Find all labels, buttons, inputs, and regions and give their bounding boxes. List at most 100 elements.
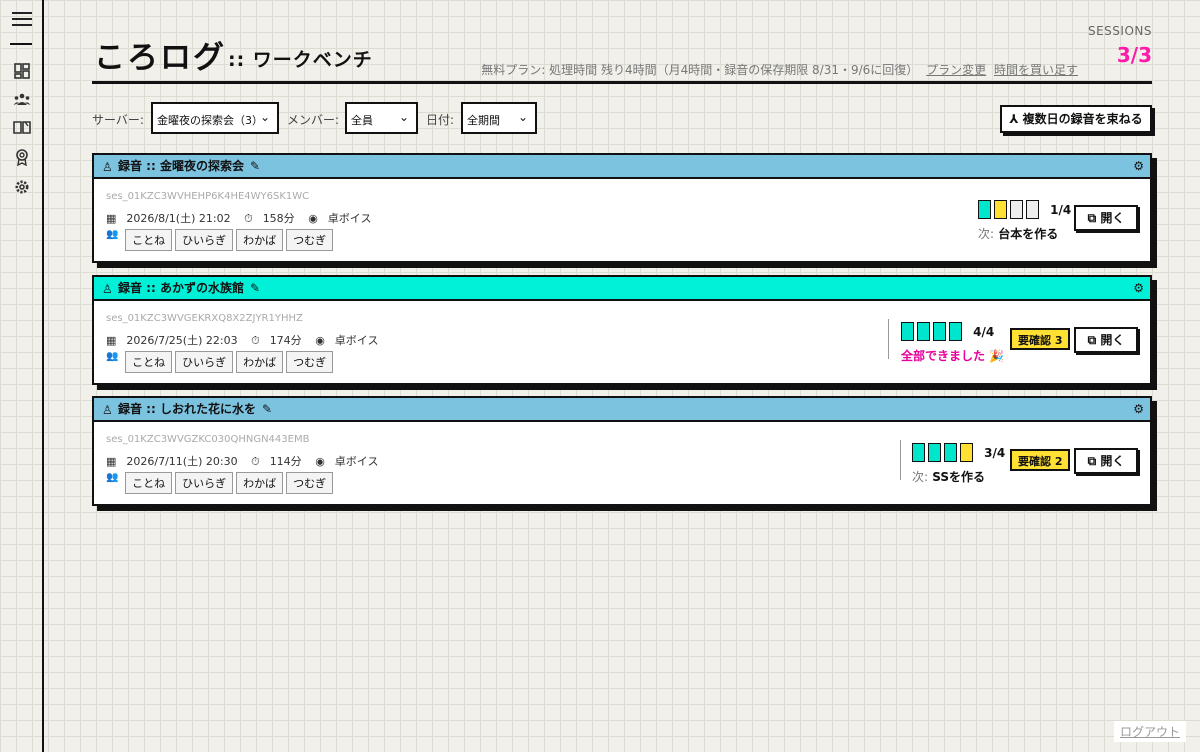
session-card: ♙ 録音 :: しおれた花に水を ✎ ⚙ ses_01KZC3WVGZKC030QH… (92, 396, 1152, 506)
date-select[interactable]: 全期間 ⌄ (461, 102, 537, 134)
progress-box-empty (1026, 200, 1039, 219)
session-date: 2026/7/11(土) 20:30 (126, 455, 238, 468)
plan-info: 無料プラン: 処理時間 残り4時間（月4時間・録音の保存期限 8/31・9/6に… (481, 61, 1078, 78)
merge-recordings-button[interactable]: ⅄ 複数日の録音を束ねる (1000, 105, 1152, 133)
card-settings-gear-icon[interactable]: ⚙ (1133, 155, 1144, 177)
session-channel: 卓ボイス (334, 455, 379, 468)
sidebar (0, 0, 44, 752)
chevron-down-icon: ⌄ (398, 110, 409, 124)
buy-time-link[interactable]: 時間を買い足す (994, 63, 1078, 77)
progress-box-done (978, 200, 991, 219)
external-link-icon: ⧉ (1087, 333, 1097, 347)
session-id: ses_01KZC3WVGZKC030QHNGN443EMB (106, 434, 310, 445)
session-channel: 卓ボイス (334, 334, 379, 347)
external-link-icon: ⧉ (1087, 454, 1097, 468)
sessions-label: SESSIONS (1087, 24, 1152, 38)
open-button[interactable]: ⧉ 開く (1074, 327, 1138, 353)
external-link-icon: ⧉ (1087, 211, 1097, 225)
server-select[interactable]: 金曜夜の探索会（3） ⌄ (151, 102, 279, 134)
member-chip: つむぎ (286, 472, 334, 494)
member-chip: ことね (125, 472, 173, 494)
edit-pencil-icon[interactable]: ✎ (250, 277, 260, 299)
next-label: 次: (912, 470, 929, 484)
needs-review-badge[interactable]: 要確認 2 (1010, 449, 1071, 471)
plan-change-link[interactable]: プラン変更 (926, 63, 986, 77)
divider (900, 440, 901, 480)
next-value: SSを作る (932, 470, 985, 484)
calendar-icon: ▦ (106, 334, 117, 347)
date-filter-label: 日付: (426, 113, 455, 127)
user-icon: ♙ (102, 402, 113, 417)
session-duration: 174分 (269, 334, 302, 347)
session-date: 2026/8/1(土) 21:02 (126, 212, 231, 225)
progress-box-done (928, 443, 941, 462)
card-header: ♙ 録音 :: 金曜夜の探索会 ✎ ⚙ (94, 155, 1150, 179)
progress-box-pending (960, 443, 973, 462)
session-card: ♙ 録音 :: 金曜夜の探索会 ✎ ⚙ ses_01KZC3WVHEHP6K4HE4… (92, 153, 1152, 263)
member-chip: ことね (125, 351, 173, 373)
member-chip: わかば (236, 229, 284, 251)
needs-review-badge[interactable]: 要確認 3 (1010, 328, 1071, 350)
sidebar-divider (10, 43, 32, 45)
progress-box-empty (1010, 200, 1023, 219)
filter-bar: サーバー: 金曜夜の探索会（3） ⌄ メンバー: 全員 ⌄ 日付: 全期間 ⌄ … (92, 102, 1152, 134)
voice-channel-icon: ◉ (315, 334, 325, 347)
app-title: ころログ (94, 40, 226, 76)
card-header: ♙ 録音 :: あかずの水族館 ✎ ⚙ (94, 277, 1150, 301)
timer-icon: ⏱ (251, 334, 260, 347)
logout-link[interactable]: ログアウト (1113, 721, 1186, 742)
open-button[interactable]: ⧉ 開く (1074, 448, 1138, 474)
plan-info-text: 無料プラン: 処理時間 残り4時間（月4時間・録音の保存期限 8/31・9/6に… (481, 63, 919, 77)
member-list: 👥 ことね ひいらぎ わかば つむぎ (106, 229, 336, 251)
card-header: ♙ 録音 :: しおれた花に水を ✎ ⚙ (94, 398, 1150, 422)
sessions-count: 3/3 (1116, 43, 1152, 67)
session-duration: 158分 (262, 212, 295, 225)
next-step: 次: 台本を作る (978, 225, 1058, 242)
chevron-down-icon: ⌄ (517, 110, 528, 124)
progress-indicator: 3/4 (912, 442, 1005, 462)
done-message: 全部できました 🎉 (901, 349, 1005, 363)
open-label: 開く (1100, 211, 1125, 225)
open-button[interactable]: ⧉ 開く (1074, 205, 1138, 231)
members-icon: 👥 (106, 229, 119, 240)
group-icon[interactable] (13, 90, 31, 108)
app-subtitle: :: ワークベンチ (228, 49, 373, 71)
hamburger-menu-icon[interactable] (12, 12, 32, 30)
voice-channel-icon: ◉ (315, 455, 325, 468)
timer-icon: ⏱ (251, 455, 260, 468)
user-icon: ♙ (102, 159, 113, 174)
dashboard-icon[interactable] (13, 62, 31, 80)
calendar-icon: ▦ (106, 455, 117, 468)
session-meta: ▦ 2026/7/11(土) 20:30 ⏱ 114分 ◉ 卓ボイス (106, 453, 388, 469)
card-title: 録音 :: しおれた花に水を (118, 402, 256, 416)
card-settings-gear-icon[interactable]: ⚙ (1133, 398, 1144, 420)
session-meta: ▦ 2026/7/25(土) 22:03 ⏱ 174分 ◉ 卓ボイス (106, 332, 388, 348)
settings-gear-icon[interactable] (13, 178, 31, 196)
member-chip: ひいらぎ (175, 229, 234, 251)
session-card: ♙ 録音 :: あかずの水族館 ✎ ⚙ ses_01KZC3WVGEKRXQ8X2Z… (92, 275, 1152, 385)
edit-pencil-icon[interactable]: ✎ (262, 398, 272, 420)
session-duration: 114分 (269, 455, 302, 468)
edit-pencil-icon[interactable]: ✎ (250, 155, 260, 177)
card-settings-gear-icon[interactable]: ⚙ (1133, 277, 1144, 299)
next-label: 次: (978, 227, 995, 241)
next-value: 台本を作る (998, 227, 1059, 241)
member-chip: わかば (236, 351, 284, 373)
badge-icon[interactable] (13, 148, 31, 167)
next-step: 次: SSを作る (912, 468, 985, 485)
chevron-down-icon: ⌄ (259, 110, 270, 124)
progress-box-done (949, 322, 962, 341)
member-chip: ひいらぎ (175, 351, 234, 373)
members-icon: 👥 (106, 351, 119, 362)
page-header: ころログ :: ワークベンチ 無料プラン: 処理時間 残り4時間（月4時間・録音… (92, 24, 1152, 84)
member-chip: ひいらぎ (175, 472, 234, 494)
members-icon: 👥 (106, 472, 119, 483)
progress-box-done (912, 443, 925, 462)
progress-indicator: 1/4 (978, 199, 1071, 219)
card-title: 録音 :: あかずの水族館 (118, 281, 244, 295)
session-date: 2026/7/25(土) 22:03 (126, 334, 238, 347)
member-select[interactable]: 全員 ⌄ (345, 102, 418, 134)
book-icon[interactable] (13, 118, 31, 136)
calendar-icon: ▦ (106, 212, 117, 225)
session-meta: ▦ 2026/8/1(土) 21:02 ⏱ 158分 ◉ 卓ボイス (106, 210, 381, 226)
